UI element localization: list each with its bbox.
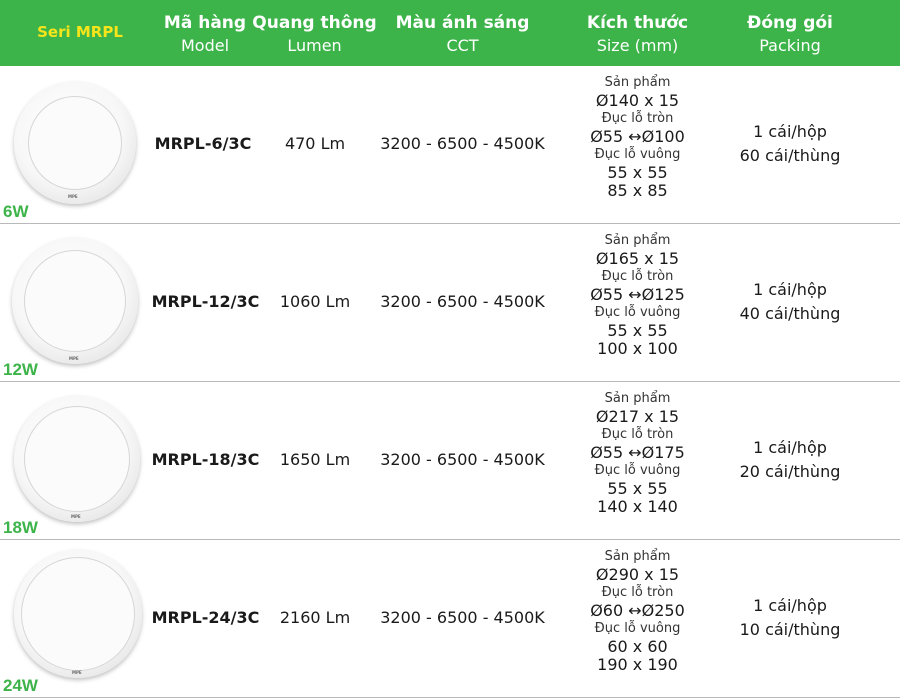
model-code: MRPL-24/3C: [151, 608, 260, 627]
size-product-label: Sản phẩm: [604, 549, 671, 564]
cct-value: 3200 - 6500 - 4500K: [380, 608, 545, 627]
header-packing-en: Packing: [759, 36, 821, 55]
header-size-vn: Kích thước: [586, 13, 689, 33]
header-lumen-en: Lumen: [287, 36, 342, 55]
size-product-label: Sản phẩm: [604, 391, 671, 406]
table-row: MPE 18W MRPL-18/3C 1650 Lm 3200 - 6500 -…: [0, 382, 900, 540]
lamp-24w-panel: [21, 557, 135, 671]
header-cct: Màu ánh sáng CCT: [385, 0, 540, 66]
packing-box: 1 cái/hộp: [753, 280, 827, 299]
size-square-1: 55 x 55: [607, 163, 668, 182]
table-row: MPE 6W MRPL-6/3C 470 Lm 3200 - 6500 - 45…: [0, 66, 900, 224]
packing-carton: 10 cái/thùng: [739, 620, 841, 639]
packing-carton: 40 cái/thùng: [739, 304, 841, 323]
lamp-6w-panel: [28, 96, 122, 190]
table-row: MPE 24W MRPL-24/3C 2160 Lm 3200 - 6500 -…: [0, 540, 900, 698]
lamp-6w-logo: MPE: [68, 194, 78, 199]
model-code: MRPL-12/3C: [151, 292, 260, 311]
header-packing: Đóng gói Packing: [720, 0, 860, 66]
packing-carton: 20 cái/thùng: [739, 462, 841, 481]
size-square-1: 55 x 55: [607, 321, 668, 340]
size-product: Ø165 x 15: [595, 249, 680, 268]
cct-value: 3200 - 6500 - 4500K: [380, 292, 545, 311]
header-lumen-vn: Quang thông: [252, 13, 377, 33]
size-round: Ø60 ↔Ø250: [590, 601, 685, 620]
size-product-label: Sản phẩm: [604, 75, 671, 90]
header-size-en: Size (mm): [596, 36, 679, 55]
size-square-label: Đục lỗ vuông: [594, 147, 681, 162]
lamp-18w-logo: MPE: [71, 514, 81, 519]
size-square-1: 55 x 55: [607, 479, 668, 498]
size-product-label: Sản phẩm: [604, 233, 671, 248]
packing-box: 1 cái/hộp: [753, 596, 827, 615]
header-cct-vn: Màu ánh sáng: [395, 13, 530, 33]
size-product: Ø217 x 15: [595, 407, 680, 426]
lamp-24w-logo: MPE: [72, 670, 82, 675]
size-square-2: 100 x 100: [597, 339, 678, 358]
size-round-label: Đục lỗ tròn: [601, 269, 674, 284]
size-round-label: Đục lỗ tròn: [601, 111, 674, 126]
packing-box: 1 cái/hộp: [753, 122, 827, 141]
packing-cell: 1 cái/hộp 40 cái/thùng: [705, 278, 875, 326]
size-cell: Sản phẩm Ø217 x 15 Đục lỗ tròn Ø55 ↔Ø175…: [565, 390, 710, 516]
size-square-1: 60 x 60: [607, 637, 668, 656]
size-round: Ø55 ↔Ø175: [590, 443, 685, 462]
size-square-2: 85 x 85: [607, 181, 668, 200]
watt-badge: 24W: [3, 676, 38, 695]
row-divider: [0, 697, 900, 698]
packing-cell: 1 cái/hộp 20 cái/thùng: [705, 436, 875, 484]
size-round-label: Đục lỗ tròn: [601, 585, 674, 600]
size-square-label: Đục lỗ vuông: [594, 621, 681, 636]
size-square-label: Đục lỗ vuông: [594, 463, 681, 478]
lamp-18w-image: MPE: [14, 396, 140, 522]
model-code: MRPL-6/3C: [154, 134, 252, 153]
series-title: Seri MRPL: [37, 23, 123, 41]
lamp-6w-image: MPE: [14, 82, 136, 204]
packing-cell: 1 cái/hộp 60 cái/thùng: [705, 120, 875, 168]
size-cell: Sản phẩm Ø140 x 15 Đục lỗ tròn Ø55 ↔Ø100…: [565, 74, 710, 200]
size-square-label: Đục lỗ vuông: [594, 305, 681, 320]
header-cct-en: CCT: [446, 36, 479, 55]
header-model-en: Model: [180, 36, 230, 55]
model-code: MRPL-18/3C: [151, 450, 260, 469]
size-square-2: 190 x 190: [597, 655, 678, 674]
packing-cell: 1 cái/hộp 10 cái/thùng: [705, 594, 875, 642]
header-size: Kích thước Size (mm): [570, 0, 705, 66]
size-square-2: 140 x 140: [597, 497, 678, 516]
packing-box: 1 cái/hộp: [753, 438, 827, 457]
lamp-12w-image: MPE: [12, 238, 138, 364]
lamp-18w-panel: [24, 406, 130, 512]
lumen-value: 2160 Lm: [279, 608, 351, 627]
size-product: Ø140 x 15: [595, 91, 680, 110]
lumen-value: 1650 Lm: [279, 450, 351, 469]
size-round: Ø55 ↔Ø100: [590, 127, 685, 146]
table-row: MPE 12W MRPL-12/3C 1060 Lm 3200 - 6500 -…: [0, 224, 900, 382]
lumen-value: 470 Lm: [284, 134, 346, 153]
lamp-24w-image: MPE: [14, 550, 142, 678]
product-spec-table: Seri MRPL Mã hàng Model Quang thông Lume…: [0, 0, 900, 699]
packing-carton: 60 cái/thùng: [739, 146, 841, 165]
header-lumen: Quang thông Lumen: [252, 0, 377, 66]
table-header: Seri MRPL Mã hàng Model Quang thông Lume…: [0, 0, 900, 66]
header-packing-vn: Đóng gói: [747, 13, 833, 33]
size-cell: Sản phẩm Ø290 x 15 Đục lỗ tròn Ø60 ↔Ø250…: [565, 548, 710, 674]
cct-value: 3200 - 6500 - 4500K: [380, 450, 545, 469]
size-product: Ø290 x 15: [595, 565, 680, 584]
lamp-12w-panel: [24, 250, 126, 352]
size-round-label: Đục lỗ tròn: [601, 427, 674, 442]
size-round: Ø55 ↔Ø125: [590, 285, 685, 304]
watt-badge: 6W: [3, 202, 29, 221]
lamp-12w-logo: MPE: [69, 356, 79, 361]
watt-badge: 12W: [3, 360, 38, 379]
size-cell: Sản phẩm Ø165 x 15 Đục lỗ tròn Ø55 ↔Ø125…: [565, 232, 710, 358]
header-model-vn: Mã hàng: [163, 13, 247, 33]
header-model: Mã hàng Model: [160, 0, 250, 66]
watt-badge: 18W: [3, 518, 38, 537]
cct-value: 3200 - 6500 - 4500K: [380, 134, 545, 153]
lumen-value: 1060 Lm: [279, 292, 351, 311]
